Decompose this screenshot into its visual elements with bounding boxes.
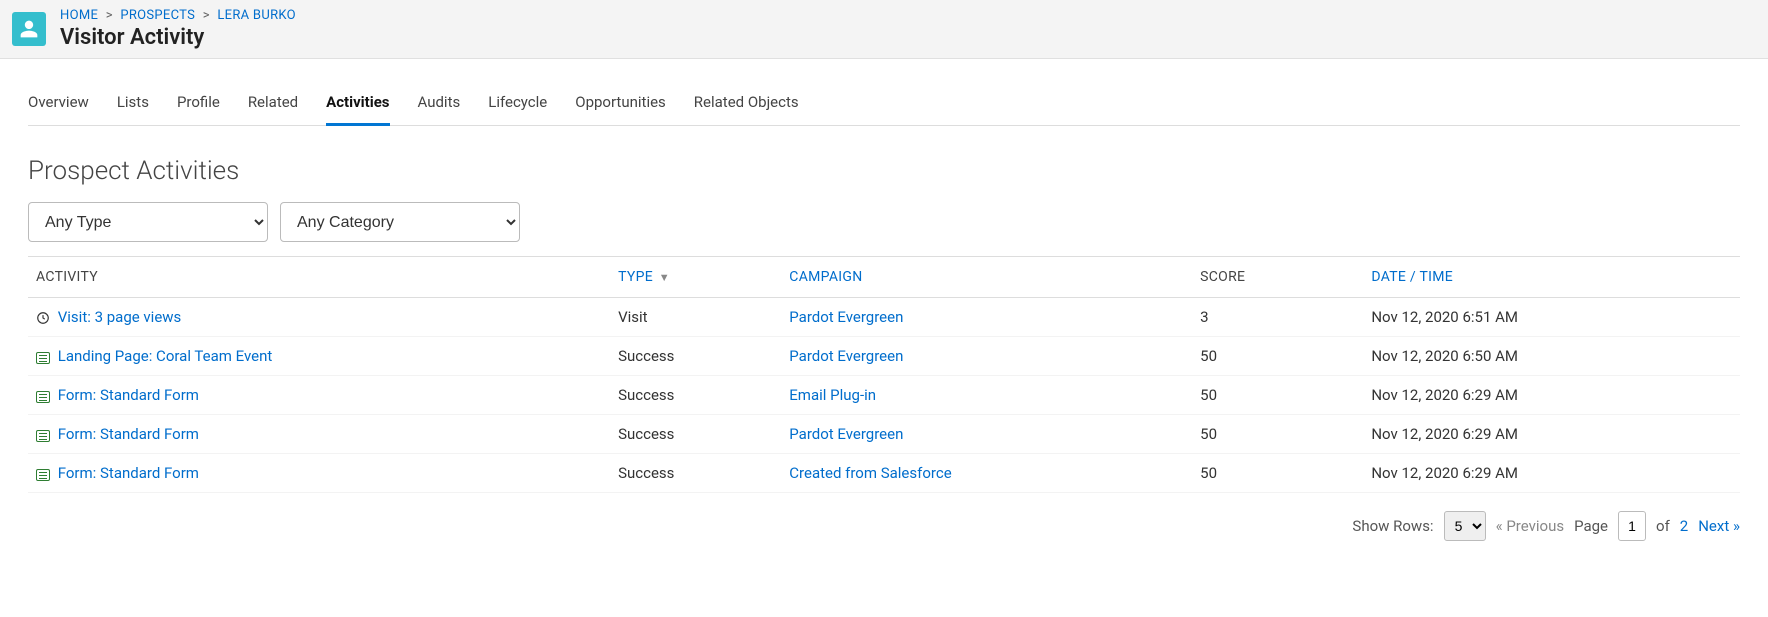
table-row: Form: Standard Form Success Created from S… [28, 454, 1740, 493]
tab-activities[interactable]: Activities [326, 79, 389, 125]
col-datetime[interactable]: DATE / TIME [1363, 257, 1740, 298]
document-icon [36, 430, 50, 442]
of-label: of [1656, 517, 1670, 535]
page-total[interactable]: 2 [1680, 517, 1688, 535]
cell-campaign: Pardot Evergreen [781, 337, 1192, 376]
cell-type: Success [610, 337, 781, 376]
tab-related[interactable]: Related [248, 79, 298, 125]
campaign-link[interactable]: Pardot Evergreen [789, 308, 903, 326]
section-title: Prospect Activities [28, 156, 1740, 186]
activity-link[interactable]: Landing Page: Coral Team Event [58, 347, 273, 365]
cell-score: 3 [1192, 298, 1363, 337]
cell-campaign: Pardot Evergreen [781, 298, 1192, 337]
pager: Show Rows: 5 « Previous Page of 2 Next » [28, 511, 1740, 541]
campaign-link[interactable]: Pardot Evergreen [789, 347, 903, 365]
cell-type: Success [610, 454, 781, 493]
document-icon [36, 391, 50, 403]
tab-related-objects[interactable]: Related Objects [694, 79, 799, 125]
col-type[interactable]: TYPE ▼ [610, 257, 781, 298]
filters: Any Type Any Category [28, 202, 1740, 242]
tab-audits[interactable]: Audits [418, 79, 461, 125]
cell-type: Success [610, 415, 781, 454]
table-row: Landing Page: Coral Team Event Success Par… [28, 337, 1740, 376]
col-score: SCORE [1192, 257, 1363, 298]
cell-activity: Form: Standard Form [28, 454, 610, 493]
document-icon [36, 469, 50, 481]
cell-score: 50 [1192, 376, 1363, 415]
next-link[interactable]: Next » [1698, 517, 1740, 535]
breadcrumb-home[interactable]: HOME [60, 8, 98, 23]
tab-opportunities[interactable]: Opportunities [575, 79, 666, 125]
tab-profile[interactable]: Profile [177, 79, 220, 125]
campaign-link[interactable]: Pardot Evergreen [789, 425, 903, 443]
cell-activity: Form: Standard Form [28, 415, 610, 454]
cell-campaign: Email Plug-in [781, 376, 1192, 415]
activity-link[interactable]: Visit: 3 page views [58, 308, 182, 326]
type-filter-select[interactable]: Any Type [28, 202, 268, 242]
cell-datetime: Nov 12, 2020 6:29 AM [1363, 454, 1740, 493]
tab-bar: Overview Lists Profile Related Activities Aud… [28, 79, 1740, 126]
prev-link[interactable]: « Previous [1496, 517, 1565, 535]
rows-per-page-select[interactable]: 5 [1444, 511, 1486, 541]
col-campaign[interactable]: CAMPAIGN [781, 257, 1192, 298]
document-icon [36, 352, 50, 364]
cell-datetime: Nov 12, 2020 6:29 AM [1363, 376, 1740, 415]
breadcrumb-name[interactable]: LERA BURKO [217, 8, 296, 23]
activities-table: ACTIVITY TYPE ▼ CAMPAIGN SCORE DATE / TI… [28, 256, 1740, 493]
cell-datetime: Nov 12, 2020 6:51 AM [1363, 298, 1740, 337]
page-input[interactable] [1618, 511, 1646, 541]
activity-link[interactable]: Form: Standard Form [58, 464, 199, 482]
breadcrumb-prospects[interactable]: PROSPECTS [120, 8, 195, 23]
cell-score: 50 [1192, 415, 1363, 454]
cell-type: Success [610, 376, 781, 415]
clock-icon [36, 311, 50, 325]
cell-datetime: Nov 12, 2020 6:50 AM [1363, 337, 1740, 376]
cell-activity: Landing Page: Coral Team Event [28, 337, 610, 376]
breadcrumb: HOME > PROSPECTS > LERA BURKO [60, 8, 296, 23]
cell-activity: Visit: 3 page views [28, 298, 610, 337]
campaign-link[interactable]: Created from Salesforce [789, 464, 951, 482]
show-rows-label: Show Rows: [1352, 517, 1433, 535]
cell-datetime: Nov 12, 2020 6:29 AM [1363, 415, 1740, 454]
page-label: Page [1574, 517, 1608, 535]
cell-type: Visit [610, 298, 781, 337]
col-type-label: TYPE [618, 269, 653, 285]
cell-score: 50 [1192, 454, 1363, 493]
tab-lifecycle[interactable]: Lifecycle [488, 79, 547, 125]
table-row: Form: Standard Form Success Pardot Evergre… [28, 415, 1740, 454]
table-row: Form: Standard Form Success Email Plug-in 5… [28, 376, 1740, 415]
avatar-icon [12, 12, 46, 46]
page-header: HOME > PROSPECTS > LERA BURKO Visitor Ac… [0, 0, 1768, 59]
col-activity: ACTIVITY [28, 257, 610, 298]
category-filter-select[interactable]: Any Category [280, 202, 520, 242]
cell-activity: Form: Standard Form [28, 376, 610, 415]
breadcrumb-sep: > [203, 8, 210, 23]
page-title: Visitor Activity [60, 25, 296, 50]
cell-campaign: Pardot Evergreen [781, 415, 1192, 454]
cell-campaign: Created from Salesforce [781, 454, 1192, 493]
sort-down-icon: ▼ [659, 271, 670, 284]
header-text: HOME > PROSPECTS > LERA BURKO Visitor Ac… [60, 8, 296, 50]
activity-link[interactable]: Form: Standard Form [58, 386, 199, 404]
cell-score: 50 [1192, 337, 1363, 376]
activity-link[interactable]: Form: Standard Form [58, 425, 199, 443]
tab-lists[interactable]: Lists [117, 79, 149, 125]
table-row: Visit: 3 page views Visit Pardot Evergreen… [28, 298, 1740, 337]
tab-overview[interactable]: Overview [28, 79, 89, 125]
breadcrumb-sep: > [106, 8, 113, 23]
campaign-link[interactable]: Email Plug-in [789, 386, 876, 404]
